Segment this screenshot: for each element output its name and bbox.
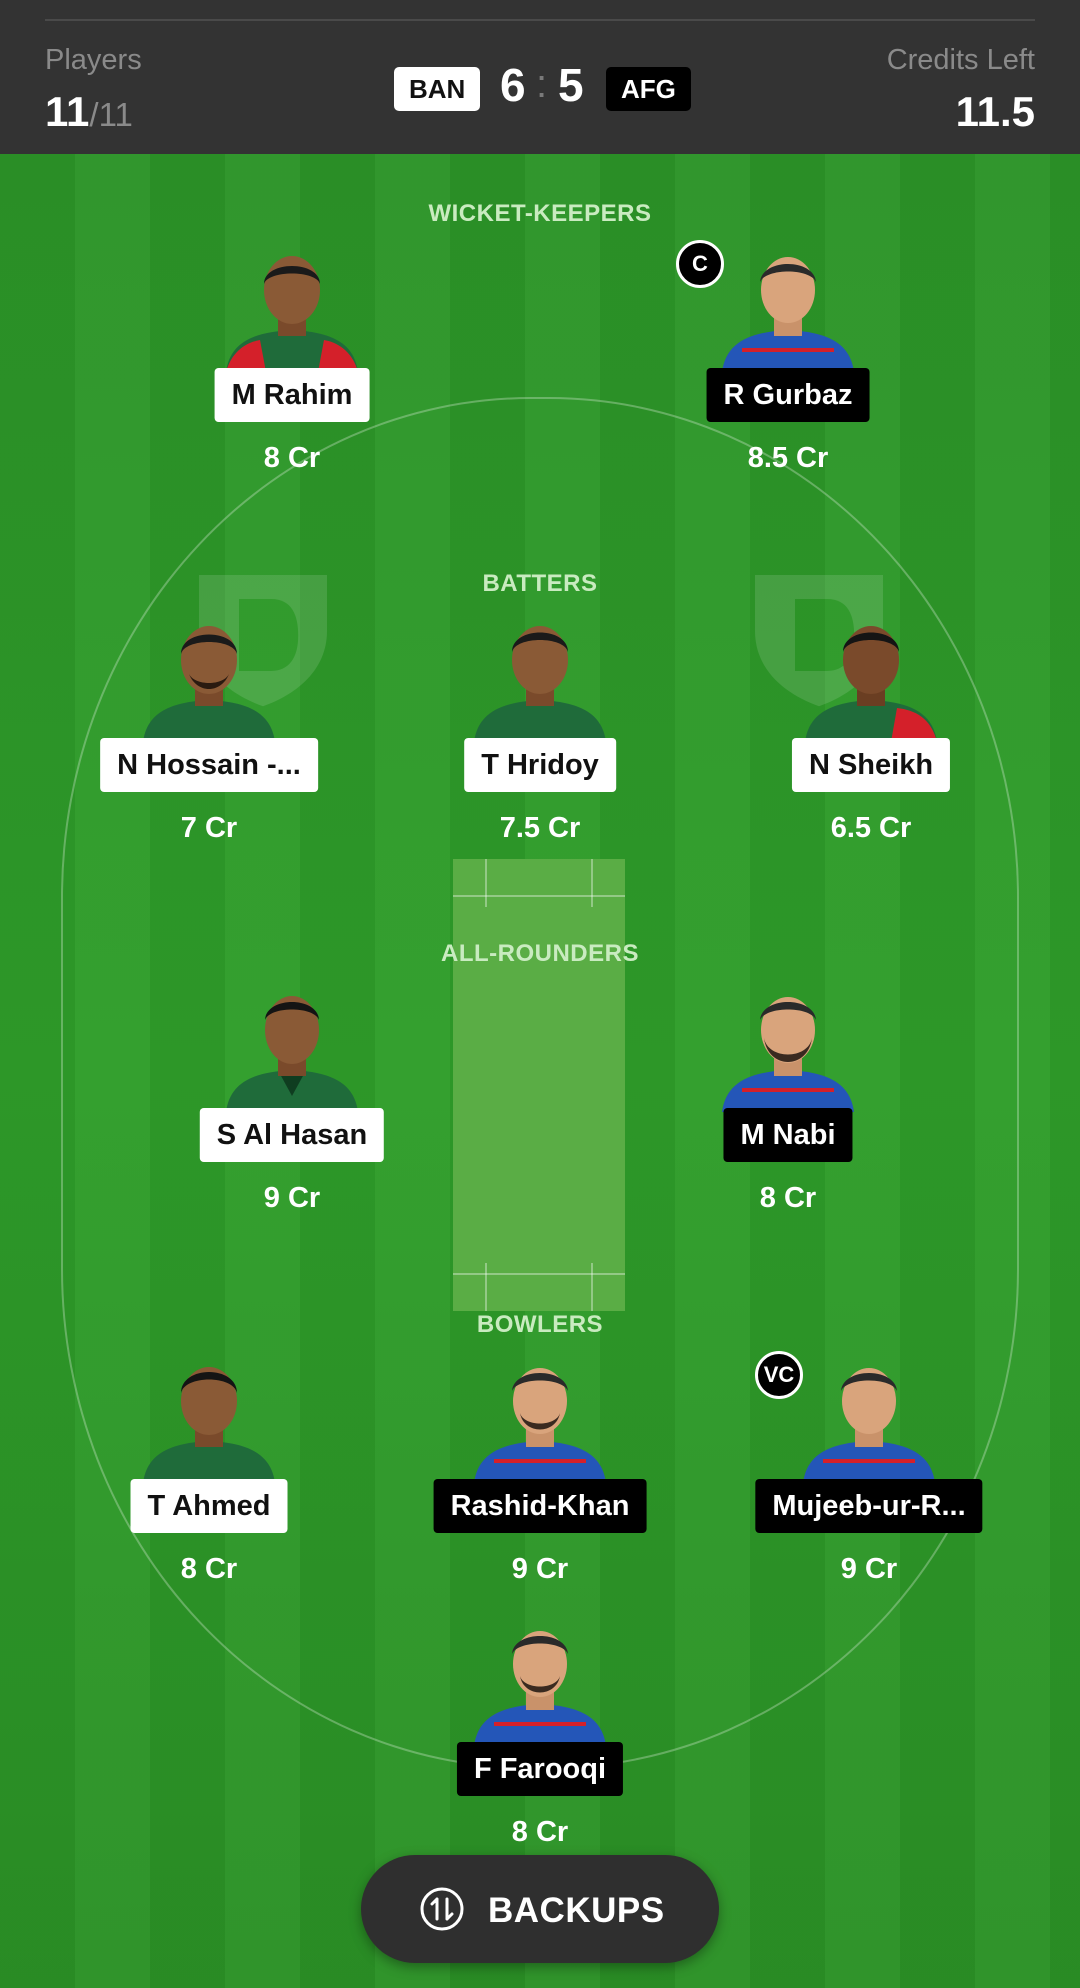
team-header: Players 11/11 BAN 6 : 5 AFG Credits Left… (0, 0, 1080, 154)
players-count: 11/11 (45, 88, 133, 136)
player-avatar-afg (474, 1368, 606, 1483)
player-card-s-al-hasan[interactable]: S Al Hasan 9 Cr (142, 986, 442, 1226)
player-name: Rashid-Khan (433, 1479, 647, 1533)
player-avatar-ban (143, 1367, 275, 1483)
player-avatar-ban (474, 626, 606, 742)
player-card-m-rahim[interactable]: M Rahim 8 Cr (142, 246, 442, 486)
score-right: 5 (558, 59, 584, 111)
player-card-m-nabi[interactable]: M Nabi 8 Cr (638, 986, 938, 1226)
player-avatar-afg (474, 1631, 606, 1746)
score-left: 6 (500, 59, 526, 111)
player-name: R Gurbaz (706, 368, 870, 422)
player-credit: 8 Cr (759, 1182, 817, 1214)
player-credit: 6.5 Cr (830, 812, 912, 844)
player-card-n-sheikh[interactable]: N Sheikh 6.5 Cr (721, 616, 1021, 856)
player-name: M Nabi (723, 1108, 853, 1162)
backups-button[interactable]: BACKUPS (361, 1855, 719, 1963)
backups-label: BACKUPS (488, 1891, 665, 1930)
section-all-rounders: ALL-ROUNDERS (441, 940, 639, 967)
player-name: F Farooqi (456, 1742, 624, 1796)
pitch-strip (453, 859, 625, 1311)
player-credit: 9 Cr (511, 1553, 569, 1585)
player-credit: 8 Cr (180, 1553, 238, 1585)
swap-updown-icon (420, 1887, 464, 1931)
player-card-rashid-khan[interactable]: Rashid-Khan 9 Cr (390, 1357, 690, 1597)
player-avatar-ban (143, 626, 275, 742)
section-batters: BATTERS (482, 570, 598, 597)
player-name: N Sheikh (791, 738, 951, 792)
section-bowlers: BOWLERS (476, 1311, 604, 1338)
credits-left-label: Credits Left (886, 44, 1035, 76)
captain-badge: C (676, 240, 724, 288)
score-separator: : (536, 62, 548, 106)
players-total: /11 (89, 96, 133, 133)
players-label: Players (45, 44, 142, 76)
player-avatar-afg (722, 997, 854, 1112)
vice-captain-badge: VC (755, 1351, 803, 1399)
team-chip-afg: AFG (606, 67, 691, 111)
player-name: T Hridoy (464, 738, 616, 792)
player-avatar-afg (803, 1368, 935, 1483)
player-card-r-gurbaz[interactable]: C R Gurbaz 8.5 Cr (638, 240, 938, 486)
player-credit: 7 Cr (180, 812, 238, 844)
players-selected: 11 (45, 88, 90, 135)
player-credit: 9 Cr (840, 1553, 898, 1585)
section-wicket-keepers: WICKET-KEEPERS (428, 200, 652, 227)
credits-left-value: 11.5 (955, 88, 1035, 135)
player-credit: 9 Cr (263, 1182, 321, 1214)
team-chip-ban: BAN (394, 67, 481, 111)
player-credit: 8 Cr (263, 442, 321, 474)
player-credit: 7.5 Cr (499, 812, 581, 844)
player-name: S Al Hasan (199, 1108, 385, 1162)
player-card-f-farooqi[interactable]: F Farooqi 8 Cr (390, 1620, 690, 1860)
player-name: T Ahmed (130, 1479, 288, 1533)
player-credit: 8.5 Cr (747, 442, 829, 474)
player-card-mujeeb[interactable]: VC Mujeeb-ur-R... 9 Cr (719, 1351, 1019, 1597)
player-name: M Rahim (214, 368, 370, 422)
player-name: N Hossain -... (100, 738, 318, 792)
player-avatar-ban (226, 996, 358, 1112)
cricket-field: WICKET-KEEPERS BATTERS ALL-ROUNDERS BOWL… (0, 154, 1080, 1988)
player-avatar-ban (226, 256, 358, 372)
player-card-t-hridoy[interactable]: T Hridoy 7.5 Cr (390, 616, 690, 856)
header-divider (45, 19, 1035, 21)
player-card-t-ahmed[interactable]: T Ahmed 8 Cr (59, 1357, 359, 1597)
player-avatar-ban (805, 626, 937, 742)
player-avatar-afg (722, 257, 854, 372)
player-credit: 8 Cr (511, 1816, 569, 1848)
player-name: Mujeeb-ur-R... (755, 1479, 983, 1533)
player-card-n-hossain[interactable]: N Hossain -... 7 Cr (59, 616, 359, 856)
